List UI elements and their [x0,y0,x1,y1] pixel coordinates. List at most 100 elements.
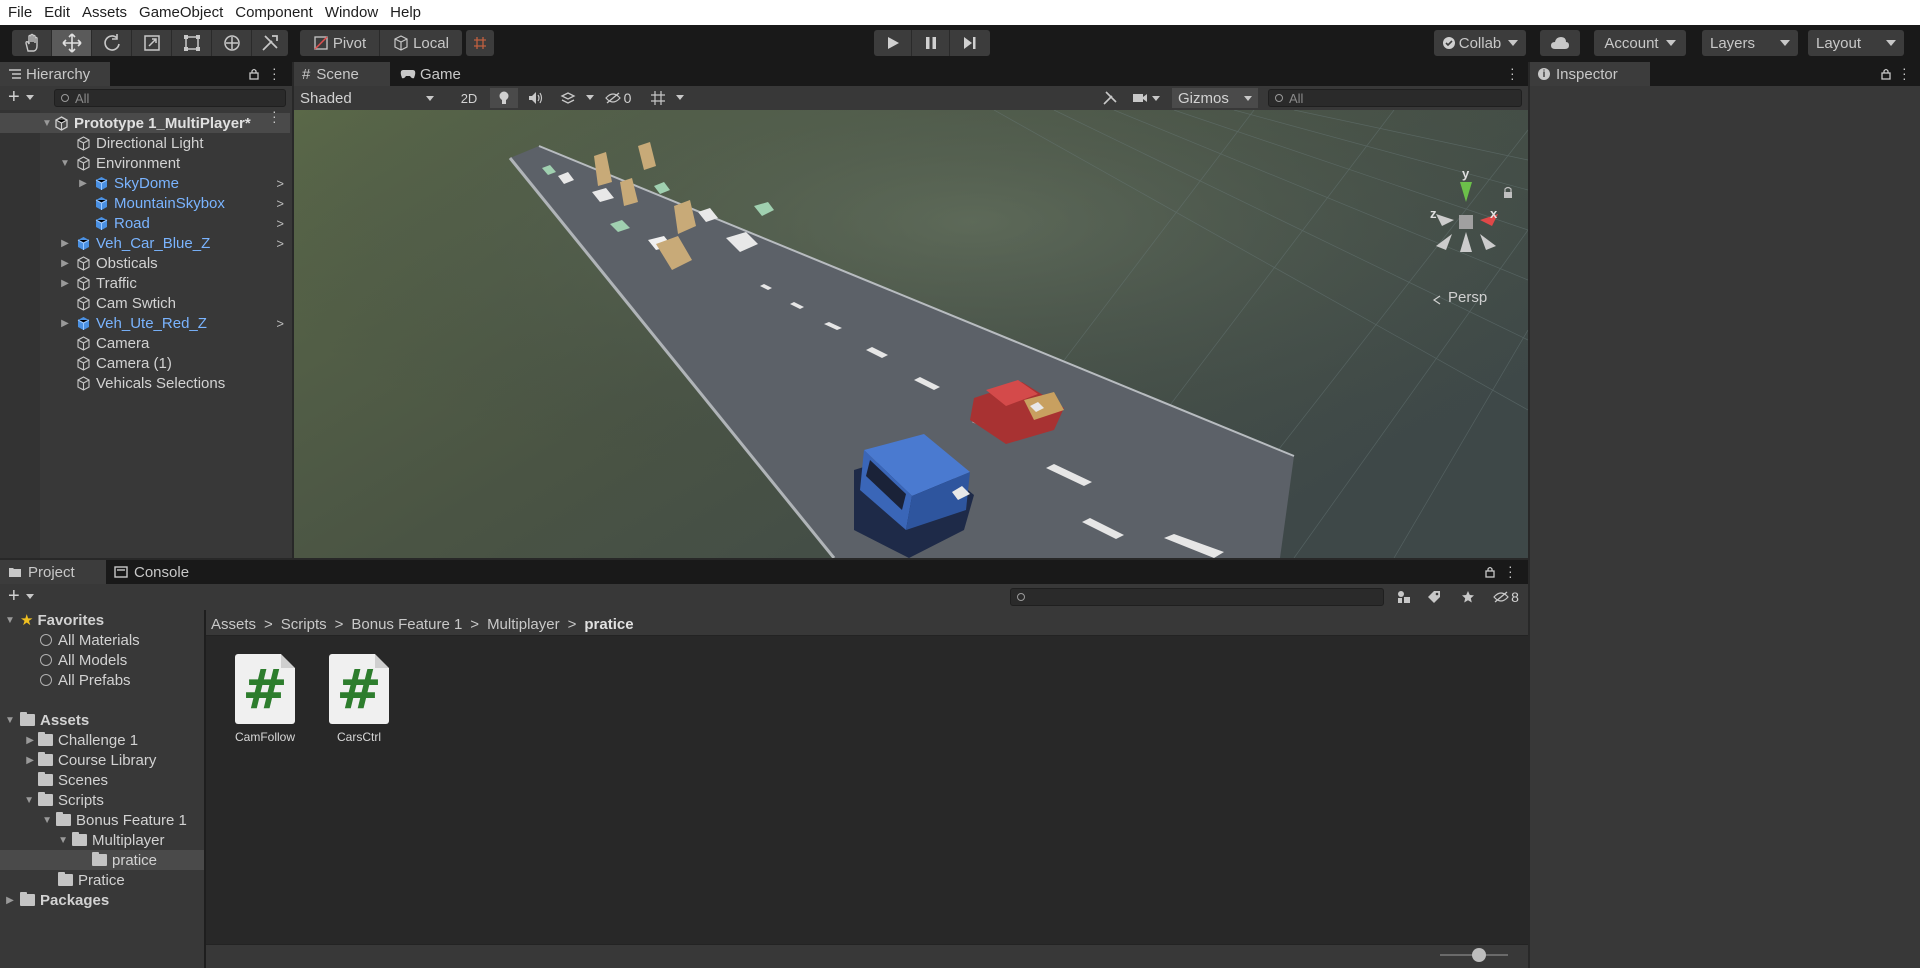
lock-icon[interactable] [248,68,260,80]
breadcrumb-current[interactable]: pratice [584,616,633,633]
tree-item[interactable]: ▼ Scripts [0,790,204,810]
chevron-down-icon[interactable] [26,594,34,599]
breadcrumb-item[interactable]: Bonus Feature 1 [351,616,462,633]
cloud-button[interactable] [1540,30,1580,56]
hierarchy-item[interactable]: ▶ Veh_Ute_Red_Z > [0,313,290,333]
chevron-right-icon[interactable]: > [276,236,284,251]
chevron-right-icon[interactable]: > [276,316,284,331]
tree-item[interactable]: ▼ Bonus Feature 1 [0,810,204,830]
hierarchy-item[interactable]: Directional Light [0,133,290,153]
chevron-right-icon[interactable]: > [276,196,284,211]
menu-gameobject[interactable]: GameObject [139,4,223,21]
collapse-arrow-icon[interactable]: ▶ [0,755,38,766]
hand-tool-button[interactable] [12,30,52,56]
layers-dropdown[interactable]: Layers [1702,30,1798,56]
collapse-arrow-icon[interactable]: ▶ [0,735,38,746]
hierarchy-item[interactable]: ▶ Obsticals [0,253,290,273]
grid-toggle[interactable] [644,88,672,108]
step-button[interactable] [950,30,990,56]
menu-file[interactable]: File [8,4,32,21]
collapse-arrow-icon[interactable]: ▶ [58,318,72,329]
collapse-arrow-icon[interactable]: ▶ [0,895,20,906]
expand-arrow-icon[interactable]: ▼ [0,835,72,846]
tree-divider[interactable] [204,610,206,968]
effects-toggle[interactable] [554,88,582,108]
favorite-button[interactable] [1458,588,1478,606]
menu-window[interactable]: Window [325,4,378,21]
toggle-2d-button[interactable]: 2D [454,88,484,108]
tree-item[interactable]: ▶ Course Library [0,750,204,770]
projection-label[interactable]: Persp [1448,289,1487,306]
tab-inspector[interactable]: i Inspector [1530,62,1650,86]
expand-arrow-icon[interactable]: ▼ [0,615,20,626]
kebab-menu-icon[interactable]: · · · [1508,559,1513,583]
move-tool-button[interactable] [52,30,92,56]
custom-tool-button[interactable] [252,30,288,56]
hierarchy-item[interactable]: Camera (1) [0,353,290,373]
tab-console[interactable]: Console [106,560,210,584]
chevron-down-icon[interactable] [586,95,594,100]
hidden-packages-toggle[interactable]: 8 [1488,588,1524,606]
audio-toggle[interactable] [522,88,550,108]
local-toggle[interactable]: Local [380,30,462,56]
hierarchy-item[interactable]: Camera [0,333,290,353]
hierarchy-scene-row[interactable]: ▼ Prototype 1_MultiPlayer* · · · [0,104,290,133]
scene-search-input[interactable]: All [1268,89,1522,107]
scale-tool-button[interactable] [132,30,172,56]
scene-tools-button[interactable] [1098,88,1122,108]
chevron-right-icon[interactable]: > [276,216,284,231]
breadcrumb-item[interactable]: Multiplayer [487,616,560,633]
collapse-arrow-icon[interactable]: ▶ [58,258,72,269]
kebab-menu-icon[interactable]: · · · [272,104,277,128]
asset-script-file[interactable]: # CamFollow [227,654,303,744]
hierarchy-item[interactable]: MountainSkybox > [0,193,290,213]
scene-viewport[interactable]: y x z Persp [294,110,1528,558]
gizmos-dropdown[interactable]: Gizmos [1172,88,1258,108]
collab-dropdown[interactable]: Collab [1434,30,1526,56]
favorite-item[interactable]: All Models [0,650,204,670]
tree-item-selected[interactable]: pratice [0,850,204,870]
expand-arrow-icon[interactable]: ▼ [40,118,54,129]
expand-arrow-icon[interactable]: ▼ [0,815,56,826]
collapse-arrow-icon[interactable]: ▶ [58,278,72,289]
menu-component[interactable]: Component [235,4,313,21]
expand-arrow-icon[interactable]: ▼ [0,715,20,726]
icon-size-slider-thumb[interactable] [1472,948,1486,962]
tab-hierarchy[interactable]: Hierarchy [0,62,110,86]
tab-game[interactable]: Game [392,62,476,86]
collapse-arrow-icon[interactable]: ▶ [76,178,90,189]
breadcrumb-item[interactable]: Scripts [281,616,327,633]
lighting-toggle[interactable] [490,88,518,108]
menu-help[interactable]: Help [390,4,421,21]
tree-item[interactable]: ▶ Challenge 1 [0,730,204,750]
kebab-menu-icon[interactable]: · · · [272,61,277,85]
create-asset-button[interactable]: + [8,585,20,608]
rect-tool-button[interactable] [172,30,212,56]
hierarchy-item[interactable]: Road > [0,213,290,233]
hierarchy-item[interactable]: ▶ SkyDome > [0,173,290,193]
hierarchy-item[interactable]: Cam Swtich [0,293,290,313]
chevron-right-icon[interactable]: > [276,176,284,191]
rotate-tool-button[interactable] [92,30,132,56]
assets-root-row[interactable]: ▼ Assets [0,710,204,730]
breadcrumb-item[interactable]: Assets [211,616,256,633]
collapse-arrow-icon[interactable]: ▶ [58,238,72,249]
tree-item[interactable]: ▼ Multiplayer [0,830,204,850]
add-object-button[interactable]: + [8,86,20,109]
asset-script-file[interactable]: # CarsCtrl [321,654,397,744]
favorites-row[interactable]: ▼ ★ Favorites [0,610,204,630]
play-button[interactable] [874,30,912,56]
hierarchy-item[interactable]: ▶ Veh_Car_Blue_Z > [0,233,290,253]
lock-icon[interactable] [1484,566,1496,578]
packages-root-row[interactable]: ▶ Packages [0,890,204,910]
tab-scene[interactable]: # Scene [294,62,390,86]
menu-edit[interactable]: Edit [44,4,70,21]
kebab-menu-icon[interactable]: · · · [1902,61,1907,85]
tree-item[interactable]: Scenes [0,770,204,790]
favorite-item[interactable]: All Prefabs [0,670,204,690]
transform-tool-button[interactable] [212,30,252,56]
grid-snap-button[interactable] [466,30,494,56]
project-search-input[interactable] [1010,588,1384,606]
lock-icon[interactable] [1880,68,1892,80]
hierarchy-item[interactable]: Vehicals Selections [0,373,290,393]
